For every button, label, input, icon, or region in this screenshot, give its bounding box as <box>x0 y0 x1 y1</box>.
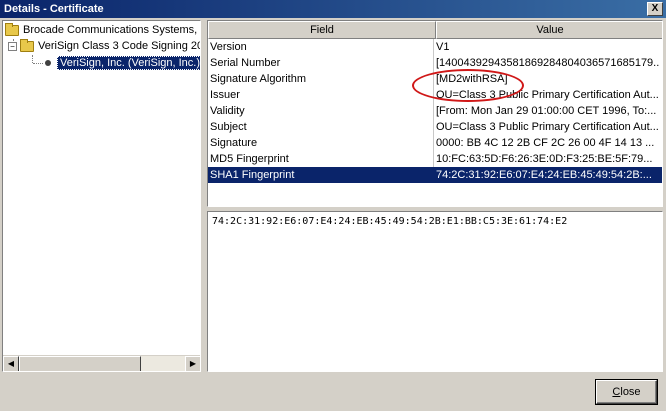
folder-icon <box>20 38 34 52</box>
field-cell: SHA1 Fingerprint <box>208 167 434 183</box>
list-header: Field Value <box>208 21 662 39</box>
list-rows: Version V1 Serial Number [1400439294358186… <box>208 39 662 183</box>
tree-item-label: VeriSign, Inc. (VeriSign, Inc.) <box>57 56 200 70</box>
field-cell: Signature Algorithm <box>208 71 434 87</box>
value-cell: [From: Mon Jan 29 01:00:00 CET 1996, To:… <box>436 105 657 117</box>
field-cell: Validity <box>208 103 434 119</box>
list-row[interactable]: Version V1 <box>208 39 662 55</box>
value-cell: 74:2C:31:92:E6:07:E4:24:EB:45:49:54:2B:.… <box>436 169 652 181</box>
field-cell: Signature <box>208 135 434 151</box>
detail-text: 74:2C:31:92:E6:07:E4:24:EB:45:49:54:2B:E… <box>212 216 568 227</box>
collapse-icon[interactable]: − <box>8 41 17 51</box>
list-row[interactable]: Signature 0000: BB 4C 12 2B CF 2C 26 00 4… <box>208 135 662 151</box>
folder-icon <box>5 22 19 36</box>
certificate-fields-list[interactable]: Field Value Version V1 Serial Number [1400… <box>207 20 663 207</box>
list-row[interactable]: Validity [From: Mon Jan 29 01:00:00 CET 1… <box>208 103 662 119</box>
value-cell: OU=Class 3 Public Primary Certification … <box>436 121 659 133</box>
bullet-icon <box>45 60 51 67</box>
tree-item-selected[interactable]: VeriSign, Inc. (VeriSign, Inc.) <box>45 55 200 71</box>
field-cell: Issuer <box>208 87 434 103</box>
value-cell: V1 <box>436 41 450 53</box>
value-cell: 0000: BB 4C 12 2B CF 2C 26 00 4F 14 13 .… <box>436 137 655 149</box>
scroll-left-icon[interactable]: ◀ <box>3 356 19 371</box>
red-highlight-annotation <box>412 69 524 102</box>
list-row[interactable]: MD5 Fingerprint 10:FC:63:5D:F6:26:3E:0D:F… <box>208 151 662 167</box>
field-cell: Subject <box>208 119 434 135</box>
tree-connector <box>33 63 43 64</box>
column-header-field[interactable]: Field <box>208 21 436 39</box>
window-title: Details - Certificate <box>4 3 104 15</box>
list-row[interactable]: Subject OU=Class 3 Public Primary Certifi… <box>208 119 662 135</box>
certificate-tree[interactable]: Brocade Communications Systems, Ir − Veri… <box>2 20 201 372</box>
field-cell: Serial Number <box>208 55 434 71</box>
scrollbar-thumb[interactable] <box>19 356 141 371</box>
value-cell: 10:FC:63:5D:F6:26:3E:0D:F3:25:BE:5F:79..… <box>436 153 653 165</box>
vertical-splitter[interactable] <box>201 18 206 375</box>
tree-item-label: VeriSign Class 3 Code Signing 20( <box>38 40 201 52</box>
tree-item-label: Brocade Communications Systems, Ir <box>23 24 201 36</box>
close-button[interactable]: Close <box>596 380 657 404</box>
list-row[interactable]: Serial Number [14004392943581869284804036… <box>208 55 662 71</box>
field-cell: MD5 Fingerprint <box>208 151 434 167</box>
window-close-icon[interactable]: X <box>647 2 663 16</box>
tree-item-root[interactable]: Brocade Communications Systems, Ir <box>5 22 201 38</box>
title-bar: Details - Certificate X <box>0 0 666 18</box>
field-detail-textarea[interactable]: 74:2C:31:92:E6:07:E4:24:EB:45:49:54:2B:E… <box>207 211 663 372</box>
close-label: lose <box>620 386 641 398</box>
tree-connector <box>32 55 33 63</box>
tree-horizontal-scrollbar[interactable]: ◀ ▶ <box>3 355 200 371</box>
dialog-body: Brocade Communications Systems, Ir − Veri… <box>0 18 666 411</box>
tree-item-intermediate[interactable]: − VeriSign Class 3 Code Signing 20( <box>8 38 201 54</box>
scroll-right-icon[interactable]: ▶ <box>185 356 200 371</box>
list-row-selected[interactable]: SHA1 Fingerprint 74:2C:31:92:E6:07:E4:24:… <box>208 167 662 183</box>
column-header-value[interactable]: Value <box>436 21 662 39</box>
field-cell: Version <box>208 39 434 55</box>
